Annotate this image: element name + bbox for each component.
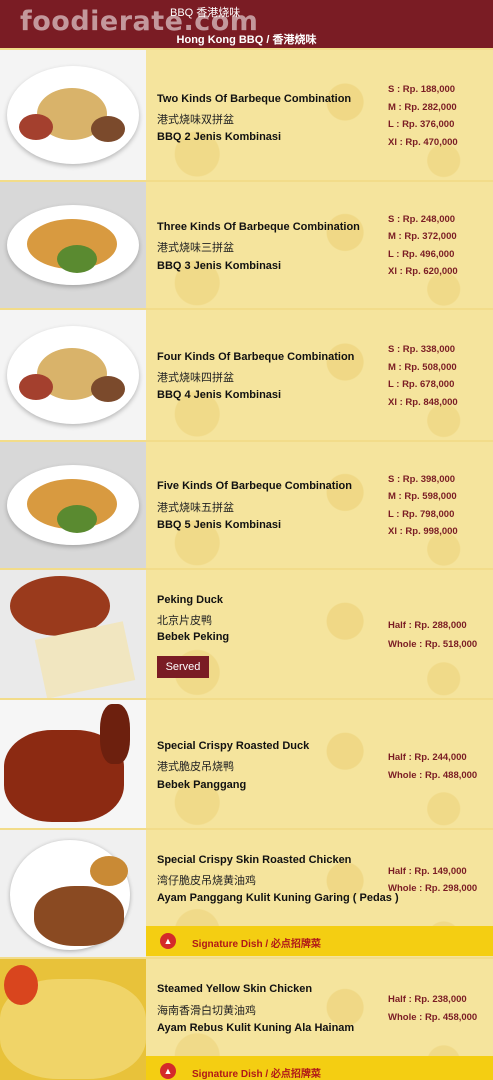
item-name-cn: 港式烧味三拼盆	[157, 242, 234, 254]
price-m: M : Rp. 508,000	[388, 362, 457, 373]
item-name: Five Kinds Of Barbeque Combination	[157, 480, 352, 492]
price-xl: Xl : Rp. 620,000	[388, 266, 458, 277]
item-name: Four Kinds Of Barbeque Combination	[157, 351, 355, 363]
item-name-cn: 港式烧味五拼盆	[157, 502, 234, 514]
item-name: Steamed Yellow Skin Chicken	[157, 983, 313, 995]
item-name: Special Crispy Skin Roasted Chicken	[157, 854, 352, 866]
page-title: Hong Kong BBQ / 香港烧味	[176, 34, 317, 46]
dish-photo	[0, 700, 146, 828]
dish-photo	[0, 570, 146, 698]
price-half: Half : Rp. 238,000	[388, 994, 467, 1005]
menu-item[interactable]: Two Kinds Of Barbeque Combination 港式烧味双拼…	[0, 50, 493, 180]
menu-item[interactable]: Steamed Yellow Skin Chicken 海南香滑白切黄油鸡 Ay…	[0, 959, 493, 1080]
signature-label: Signature Dish / 必点招牌菜	[192, 939, 321, 950]
menu-item[interactable]: Peking Duck 北京片皮鸭 Bebek Peking Served Ha…	[0, 570, 493, 698]
price-half: Half : Rp. 149,000	[388, 866, 467, 877]
item-name-id: Bebek Peking	[157, 631, 230, 643]
dish-photo	[0, 50, 146, 180]
item-name-id: BBQ 5 Jenis Kombinasi	[157, 519, 282, 531]
category-label: BBQ 香港烧味	[170, 7, 241, 19]
item-name-id: Bebek Panggang	[157, 779, 247, 791]
signature-dish-badge: ▲ Signature Dish / 必点招牌菜	[146, 1056, 493, 1080]
item-name-cn: 港式烧味四拼盆	[157, 372, 234, 384]
price-l: L : Rp. 376,000	[388, 119, 455, 130]
price-whole: Whole : Rp. 458,000	[388, 1012, 478, 1023]
menu-item[interactable]: Special Crispy Skin Roasted Chicken 湾仔脆皮…	[0, 830, 493, 957]
price-xl: Xl : Rp. 848,000	[388, 397, 458, 408]
price-m: M : Rp. 282,000	[388, 102, 457, 113]
menu-item[interactable]: Special Crispy Roasted Duck 港式脆皮吊烧鸭 Bebe…	[0, 700, 493, 828]
item-name-cn: 港式烧味双拼盆	[157, 114, 234, 126]
price-half: Half : Rp. 288,000	[388, 620, 467, 631]
item-name-id: Ayam Panggang Kulit Kuning Garing ( Peda…	[157, 892, 399, 904]
price-s: S : Rp. 338,000	[388, 344, 456, 355]
price-s: S : Rp. 248,000	[388, 214, 456, 225]
fire-icon: ▲	[160, 1063, 176, 1079]
item-name-id: BBQ 3 Jenis Kombinasi	[157, 260, 282, 272]
dish-photo	[0, 959, 146, 1080]
dish-photo	[0, 310, 146, 440]
dish-photo	[0, 182, 146, 308]
menu-item[interactable]: Three Kinds Of Barbeque Combination 港式烧味…	[0, 182, 493, 308]
item-name: Three Kinds Of Barbeque Combination	[157, 221, 360, 233]
menu-item[interactable]: Five Kinds Of Barbeque Combination 港式烧味五…	[0, 442, 493, 568]
item-name-cn: 港式脆皮吊烧鸭	[157, 761, 234, 773]
item-name: Special Crispy Roasted Duck	[157, 740, 310, 752]
price-half: Half : Rp. 244,000	[388, 752, 467, 763]
price-whole: Whole : Rp. 488,000	[388, 770, 478, 781]
item-name: Peking Duck	[157, 594, 224, 606]
item-name-cn: 湾仔脆皮吊烧黄油鸡	[157, 875, 256, 887]
item-name-cn: 海南香滑白切黄油鸡	[157, 1005, 256, 1017]
price-m: M : Rp. 598,000	[388, 491, 457, 502]
dish-photo	[0, 830, 146, 957]
item-name-id: BBQ 4 Jenis Kombinasi	[157, 389, 282, 401]
price-whole: Whole : Rp. 518,000	[388, 639, 478, 650]
price-xl: Xl : Rp. 470,000	[388, 137, 458, 148]
price-whole: Whole : Rp. 298,000	[388, 883, 478, 894]
header-bar: foodierate.com BBQ 香港烧味 Hong Kong BBQ / …	[0, 0, 493, 48]
price-l: L : Rp. 496,000	[388, 249, 455, 260]
dish-photo	[0, 442, 146, 568]
price-m: M : Rp. 372,000	[388, 231, 457, 242]
served-button[interactable]: Served	[157, 656, 209, 678]
price-s: S : Rp. 188,000	[388, 84, 456, 95]
item-name-id: BBQ 2 Jenis Kombinasi	[157, 131, 282, 143]
item-name-cn: 北京片皮鸭	[157, 615, 212, 627]
price-s: S : Rp. 398,000	[388, 474, 456, 485]
item-name: Two Kinds Of Barbeque Combination	[157, 93, 352, 105]
price-l: L : Rp. 678,000	[388, 379, 455, 390]
signature-label: Signature Dish / 必点招牌菜	[192, 1069, 321, 1080]
signature-dish-badge: ▲ Signature Dish / 必点招牌菜	[146, 926, 493, 956]
fire-icon: ▲	[160, 933, 176, 949]
item-name-id: Ayam Rebus Kulit Kuning Ala Hainam	[157, 1022, 355, 1034]
menu-item[interactable]: Four Kinds Of Barbeque Combination 港式烧味四…	[0, 310, 493, 440]
price-l: L : Rp. 798,000	[388, 509, 455, 520]
price-xl: Xl : Rp. 998,000	[388, 526, 458, 537]
